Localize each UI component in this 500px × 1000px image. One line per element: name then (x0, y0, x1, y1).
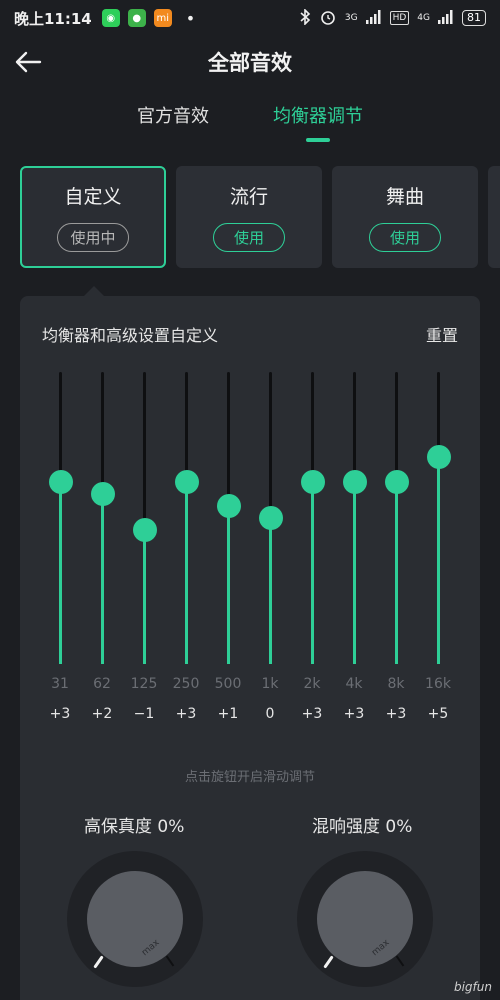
status-time: 晚上11:14 (14, 9, 92, 28)
preset-card-dance[interactable]: 舞曲 使用 (332, 166, 478, 268)
preset-card-pop[interactable]: 流行 使用 (176, 166, 322, 268)
eq-slider-fill (353, 481, 356, 664)
fidelity-dial-knob (87, 871, 183, 967)
eq-slider-fill (101, 493, 104, 664)
eq-slider-fill (59, 481, 62, 664)
reverb-label: 混响强度 0% (312, 817, 413, 837)
reverb-dial[interactable]: max (297, 851, 433, 987)
eq-slider-fill (143, 530, 146, 664)
eq-slider-fill (311, 481, 314, 664)
eq-slider-knob[interactable] (385, 469, 409, 494)
reverb-dial-knob (317, 871, 413, 967)
bluetooth-icon (299, 7, 311, 28)
eq-slider-knob[interactable] (175, 469, 199, 494)
dial-max-mark (165, 955, 175, 967)
header: 全部音效 (0, 36, 500, 88)
signal-icon-2 (438, 9, 454, 27)
back-button[interactable] (12, 46, 44, 78)
eq-slider-fill (269, 518, 272, 664)
fidelity-label: 高保真度 0% (84, 817, 185, 837)
preset-name: 舞曲 (385, 186, 424, 208)
eq-slider-fill (437, 457, 440, 664)
status-bar: 晚上11:14 ◉ ● mi • 3G HD 4G 81 (0, 0, 500, 36)
arrow-left-icon (15, 51, 42, 73)
lemon-app-icon: ● (127, 9, 146, 27)
mi-app-icon: mi (153, 9, 172, 27)
eq-slider-knob[interactable] (427, 445, 451, 470)
eq-slider-fill (185, 481, 188, 664)
eq-slider-knob[interactable] (133, 518, 157, 543)
eq-slider-knob[interactable] (343, 469, 367, 494)
alarm-icon (319, 8, 337, 29)
signal-3g-label: 3G (344, 13, 358, 23)
status-indicators: 3G HD 4G 81 (299, 7, 486, 29)
dial-max-mark (395, 955, 405, 967)
eq-gain-label: +5 (427, 706, 449, 722)
dial-pointer-mark (323, 955, 334, 969)
eq-slider-knob[interactable] (91, 481, 115, 506)
preset-use-button[interactable]: 使用 (212, 223, 285, 252)
wechat-icon: ◉ (101, 9, 120, 27)
eq-frequency-label: 16k (425, 676, 451, 692)
tab-equalizer[interactable]: 均衡器调节 (273, 92, 363, 142)
notification-dot: • (185, 8, 196, 28)
eq-slider-knob[interactable] (217, 493, 241, 518)
hd-badge: HD (389, 11, 410, 25)
dial-hint-text: 点击旋钮开启滑动调节 (184, 770, 315, 785)
preset-name: 流行 (229, 186, 268, 208)
panel-pointer (84, 286, 104, 296)
equalizer-sliders: 31 +3 62 +2 125 −1 250 +3 500 +1 1k 0 2k +3 4k +3 8k +3 16… (20, 296, 480, 756)
tab-bar: 官方音效 均衡器调节 (0, 92, 500, 142)
eq-slider-fill (227, 505, 230, 664)
eq-slider-knob[interactable] (49, 469, 73, 494)
battery-indicator: 81 (462, 10, 486, 26)
equalizer-panel: 均衡器和高级设置自定义 重置 31 +3 62 +2 125 −1 250 +3 500 +1 1k… (20, 296, 480, 1000)
dial-pointer-mark (93, 955, 104, 969)
preset-list: 自定义 使用中 流行 使用 舞曲 使用 (20, 166, 500, 270)
preset-in-use-badge: 使用中 (57, 223, 129, 252)
preset-use-button[interactable]: 使用 (368, 223, 441, 252)
tab-official-effects[interactable]: 官方音效 (137, 92, 209, 142)
fidelity-dial[interactable]: max (67, 851, 203, 987)
preset-card-custom[interactable]: 自定义 使用中 (20, 166, 166, 268)
page-title: 全部音效 (208, 51, 292, 75)
preset-card-next-partial[interactable] (488, 166, 500, 268)
bigfun-watermark: bigfun (453, 980, 492, 994)
preset-name: 自定义 (64, 186, 122, 208)
signal-4g-label: 4G (417, 13, 430, 23)
eq-slider-knob[interactable] (259, 506, 283, 530)
signal-icon (365, 9, 382, 27)
eq-slider-fill (395, 481, 398, 664)
eq-slider-knob[interactable] (301, 469, 325, 494)
